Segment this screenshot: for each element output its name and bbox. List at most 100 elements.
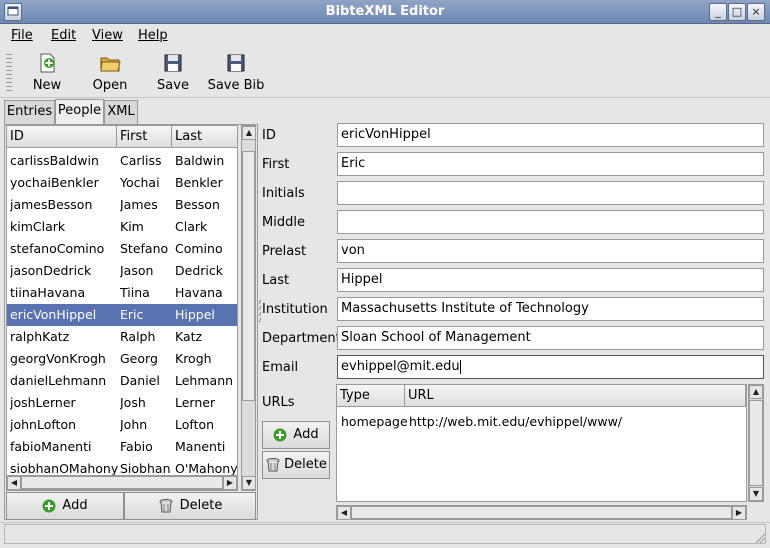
people-vertical-scrollbar[interactable]: ▲ ▼ [241, 125, 256, 491]
table-row[interactable]: homepage http://web.mit.edu/evhippel/www… [337, 411, 746, 433]
new-document-icon [40, 53, 55, 73]
person-first-cell: Fabio [120, 439, 153, 454]
column-header-url[interactable]: URL [405, 385, 746, 407]
delete-url-button[interactable]: Delete [262, 451, 330, 479]
toolbar-grip[interactable] [6, 54, 12, 92]
scroll-up-button[interactable]: ▲ [242, 126, 256, 140]
prelast-field[interactable]: von [337, 239, 764, 263]
middle-field[interactable] [337, 210, 764, 234]
table-row[interactable]: jamesBesson James Besson [7, 194, 237, 216]
table-row[interactable]: tiinaHavana Tiina Havana [7, 282, 237, 304]
url-cell: http://web.mit.edu/evhippel/www/ [409, 414, 623, 429]
person-first-cell: James [120, 197, 158, 212]
menu-edit[interactable]: Edit [51, 28, 76, 43]
scroll-left-button[interactable]: ◀ [337, 506, 351, 520]
id-field[interactable]: ericVonHippel [337, 123, 764, 147]
save-bib-label: Save Bib [207, 78, 265, 93]
person-id-cell: ericVonHippel [10, 307, 97, 322]
table-row[interactable]: carlissBaldwin Carliss Baldwin [7, 150, 237, 172]
person-last-cell: Manenti [175, 439, 226, 454]
scroll-right-button[interactable]: ▶ [223, 476, 237, 490]
add-person-button[interactable]: Add [6, 492, 124, 520]
person-id-cell: joshLerner [10, 395, 76, 410]
scroll-right-button[interactable]: ▶ [732, 506, 746, 520]
table-row[interactable]: ralphKatz Ralph Katz [7, 326, 237, 348]
person-id-cell: ralphKatz [10, 329, 70, 344]
url-type-cell: homepage [341, 414, 408, 429]
menu-file[interactable]: File [11, 28, 33, 43]
open-button[interactable]: Open [90, 52, 130, 96]
first-name-field[interactable]: Eric [337, 152, 764, 176]
close-button[interactable]: × [747, 3, 765, 21]
tab-people[interactable]: People [55, 99, 104, 125]
scroll-down-button[interactable]: ▼ [749, 487, 763, 501]
person-last-cell: Lehmann [175, 373, 234, 388]
people-horizontal-scrollbar[interactable]: ◀ ▶ [6, 475, 238, 490]
menu-help[interactable]: Help [138, 28, 168, 43]
menu-view[interactable]: View [92, 28, 123, 43]
h-scroll-thumb[interactable] [21, 476, 223, 489]
urls-vertical-scrollbar[interactable]: ▲ ▼ [748, 384, 764, 502]
delete-person-button[interactable]: Delete [124, 492, 256, 520]
resize-grip-icon[interactable] [752, 530, 766, 544]
table-row[interactable]: johnLofton John Lofton [7, 414, 237, 436]
column-header-first[interactable]: First [117, 126, 172, 148]
person-id-cell: jamesBesson [10, 197, 93, 212]
maximize-button[interactable]: □ [728, 3, 746, 21]
table-row[interactable]: kimClark Kim Clark [7, 216, 237, 238]
institution-label: Institution [262, 302, 328, 317]
open-label: Open [92, 78, 128, 93]
person-last-cell: Lofton [175, 417, 215, 432]
person-last-cell: Hippel [175, 307, 215, 322]
column-header-last[interactable]: Last [172, 126, 237, 148]
tab-xml[interactable]: XML [104, 100, 138, 124]
email-label: Email [262, 360, 299, 375]
floppy-disk-icon [227, 54, 245, 72]
trash-icon [159, 499, 173, 513]
id-label: ID [262, 128, 276, 143]
person-first-cell: Tiina [120, 285, 150, 300]
minimize-button[interactable]: _ [709, 3, 727, 21]
column-header-type[interactable]: Type [337, 385, 405, 407]
person-first-cell: Carliss [120, 153, 162, 168]
plus-icon [42, 499, 56, 513]
urls-table[interactable]: Type URL homepage http://web.mit.edu/evh… [336, 384, 747, 502]
scroll-thumb[interactable] [749, 400, 763, 486]
urls-label: URLs [262, 395, 295, 410]
last-name-field[interactable]: Hippel [337, 268, 764, 292]
person-id-cell: carlissBaldwin [10, 153, 99, 168]
table-row[interactable]: fabioManenti Fabio Manenti [7, 436, 237, 458]
toolbar: New Open Save Save Bib [0, 48, 770, 98]
save-button[interactable]: Save [153, 52, 193, 96]
urls-horizontal-scrollbar[interactable]: ◀ ▶ [336, 505, 747, 520]
table-row[interactable]: ericVonHippel Eric Hippel [7, 304, 237, 326]
h-scroll-thumb[interactable] [351, 506, 732, 519]
table-row[interactable]: jasonDedrick Jason Dedrick [7, 260, 237, 282]
table-row[interactable]: joshLerner Josh Lerner [7, 392, 237, 414]
person-first-cell: Eric [120, 307, 144, 322]
email-field[interactable]: evhippel@mit.edu [337, 355, 764, 379]
save-bib-button[interactable]: Save Bib [206, 52, 266, 96]
table-row[interactable]: georgVonKrogh Georg Krogh [7, 348, 237, 370]
person-first-cell: Yochai [120, 175, 160, 190]
person-last-cell: Benkler [175, 175, 223, 190]
table-row[interactable]: danielLehmann Daniel Lehmann [7, 370, 237, 392]
scroll-left-button[interactable]: ◀ [7, 476, 21, 490]
people-table[interactable]: ID First Last carlissBaldwin Carliss Baldw… [6, 125, 238, 491]
column-header-id[interactable]: ID [7, 126, 117, 148]
middle-label: Middle [262, 215, 305, 230]
scroll-thumb[interactable] [242, 151, 255, 401]
add-url-button[interactable]: Add [262, 421, 330, 449]
new-button[interactable]: New [27, 52, 67, 96]
person-id-cell: jasonDedrick [10, 263, 92, 278]
institution-field[interactable]: Massachusetts Institute of Technology [337, 297, 764, 321]
scroll-up-button[interactable]: ▲ [749, 385, 763, 399]
department-field[interactable]: Sloan School of Management [337, 326, 764, 350]
tab-entries[interactable]: Entries [4, 100, 55, 124]
table-row[interactable]: yochaiBenkler Yochai Benkler [7, 172, 237, 194]
initials-label: Initials [262, 186, 305, 201]
scroll-down-button[interactable]: ▼ [242, 476, 256, 490]
initials-field[interactable] [337, 181, 764, 205]
table-row[interactable]: stefanoComino Stefano Comino [7, 238, 237, 260]
person-id-cell: danielLehmann [10, 373, 107, 388]
